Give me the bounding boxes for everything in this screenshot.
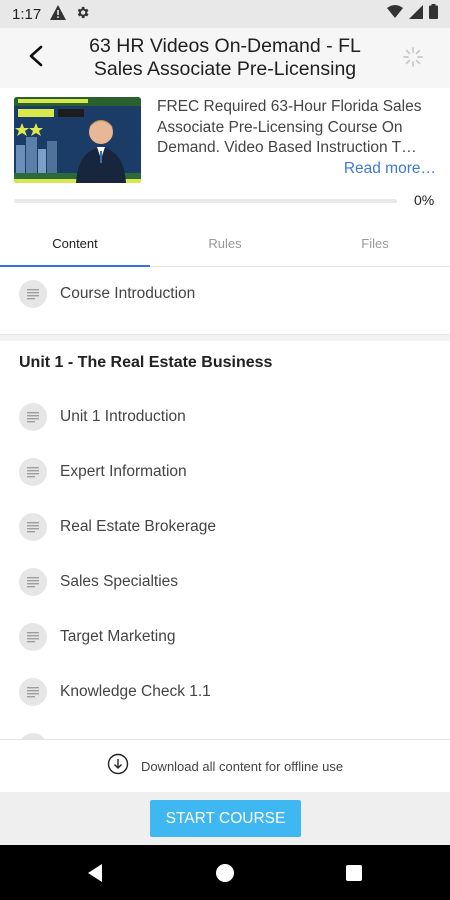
list-item-target-marketing[interactable]: Target Marketing <box>0 610 450 664</box>
tab-content[interactable]: Content <box>0 220 150 267</box>
document-icon <box>19 458 47 486</box>
app-header: 63 HR Videos On-Demand - FL Sales Associ… <box>0 28 450 88</box>
course-description: FREC Required 63-Hour Florida Sales Asso… <box>157 98 422 156</box>
list-item-label: Sales Specialties <box>60 573 179 590</box>
list-item-knowledge-check[interactable]: Knowledge Check 1.1 <box>0 665 450 719</box>
home-circle-icon[interactable] <box>214 862 236 884</box>
download-all-button[interactable]: Download all content for offline use <box>0 739 450 792</box>
document-icon <box>19 513 47 541</box>
download-icon <box>107 753 129 780</box>
footer-bar: START COURSE <box>0 792 450 845</box>
signal-icon <box>409 4 423 24</box>
status-time: 1:17 <box>12 5 42 23</box>
page-title: 63 HR Videos On-Demand - FL Sales Associ… <box>89 35 361 80</box>
list-item-partial[interactable] <box>0 720 450 739</box>
content-list: Course Introduction Unit 1 - The Real Es… <box>0 267 450 739</box>
settings-icon <box>75 5 90 24</box>
list-item-label: Unit 1 Introduction <box>60 408 186 425</box>
document-icon <box>19 280 47 308</box>
start-course-button[interactable]: START COURSE <box>150 800 301 837</box>
wifi-icon <box>387 5 403 23</box>
section-divider <box>0 334 450 341</box>
battery-icon <box>429 4 438 24</box>
progress-percent: 0% <box>414 192 435 208</box>
status-bar: 1:17 <box>0 0 450 28</box>
list-item-sales-specialties[interactable]: Sales Specialties <box>0 555 450 609</box>
list-item-real-estate-brokerage[interactable]: Real Estate Brokerage <box>0 500 450 554</box>
course-thumbnail[interactable] <box>14 97 141 183</box>
list-item-label: Real Estate Brokerage <box>60 518 216 535</box>
tab-rules[interactable]: Rules <box>150 220 300 266</box>
list-item-label: Target Marketing <box>60 628 176 645</box>
document-icon <box>19 623 47 651</box>
list-item-course-introduction[interactable]: Course Introduction <box>0 267 450 321</box>
back-button[interactable] <box>18 40 54 76</box>
unit-title: Unit 1 - The Real Estate Business <box>19 354 273 371</box>
back-triangle-icon[interactable] <box>84 862 106 884</box>
document-icon <box>19 568 47 596</box>
list-item-label: Expert Information <box>60 463 187 480</box>
system-nav-bar <box>0 845 450 900</box>
tab-bar: Content Rules Files <box>0 220 450 267</box>
list-item-expert-information[interactable]: Expert Information <box>0 445 450 499</box>
document-icon <box>19 678 47 706</box>
progress-bar <box>14 199 397 203</box>
download-label: Download all content for offline use <box>140 758 344 774</box>
course-summary: FREC Required 63-Hour Florida Sales Asso… <box>0 88 450 220</box>
list-item-label: Knowledge Check 1.1 <box>60 683 211 700</box>
read-more-link[interactable]: Read more… <box>344 160 436 178</box>
arrow-back-icon <box>27 45 45 72</box>
tab-files[interactable]: Files <box>300 220 450 266</box>
list-item-label: Course Introduction <box>60 285 196 302</box>
recents-square-icon[interactable] <box>343 862 365 884</box>
alert-icon <box>50 4 67 24</box>
list-item-unit-1-introduction[interactable]: Unit 1 Introduction <box>0 390 450 444</box>
document-icon <box>19 403 47 431</box>
spinner-icon <box>402 46 424 68</box>
